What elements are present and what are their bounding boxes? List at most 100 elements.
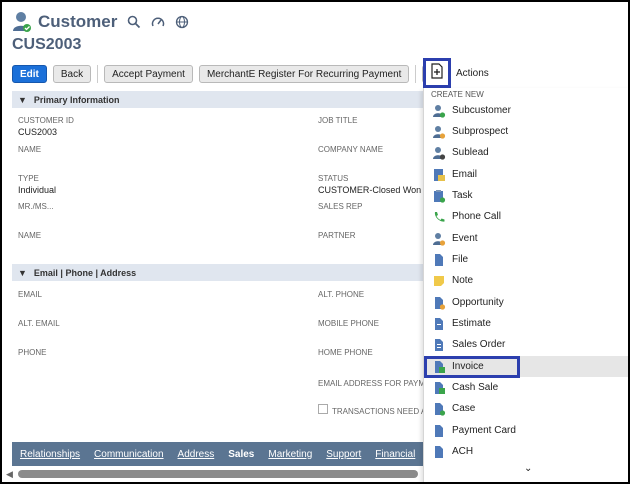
status-value: CUSTOMER-Closed Won	[318, 185, 422, 195]
estimate-icon	[432, 317, 446, 331]
menu-item-label: Opportunity	[452, 297, 504, 308]
company-name-label: COMPANY NAME	[318, 145, 384, 154]
actions-menu[interactable]: Actions	[456, 68, 489, 79]
email-for-payment-label: EMAIL ADDRESS FOR PAYME	[318, 379, 431, 388]
menu-item-ach[interactable]: ACH	[424, 441, 628, 462]
menu-item-sales-order[interactable]: Sales Order	[424, 334, 628, 355]
customer-id-value: CUS2003	[18, 127, 58, 137]
menu-item-label: Subcustomer	[452, 105, 511, 116]
primary-information-header[interactable]: ▼ Primary Information	[12, 91, 423, 108]
chevron-down-icon[interactable]: ⌄	[524, 463, 532, 474]
menu-item-case[interactable]: Case	[424, 398, 628, 419]
event-icon	[432, 232, 446, 246]
job-title-label: JOB TITLE	[318, 116, 358, 125]
tab-financial[interactable]: Financial	[375, 449, 415, 460]
customer-id-label: CUSTOMER ID	[18, 116, 74, 125]
email-icon	[432, 168, 446, 182]
create-new-menu: CREATE NEW Subcustomer Subprospect Suble…	[423, 88, 628, 482]
menu-item-opportunity[interactable]: Opportunity	[424, 292, 628, 313]
new-record-button[interactable]	[423, 58, 451, 88]
menu-item-email[interactable]: Email	[424, 164, 628, 185]
menu-item-label: Case	[452, 403, 476, 414]
menu-item-event[interactable]: Event	[424, 228, 628, 249]
phone-icon	[432, 210, 446, 224]
menu-item-label: Sales Order	[452, 339, 506, 350]
payment-card-icon	[432, 424, 446, 438]
cash-sale-icon	[432, 381, 446, 395]
partner-label: PARTNER	[318, 231, 356, 240]
scrollbar-thumb[interactable]	[18, 470, 418, 478]
email-label: EMAIL	[18, 290, 43, 299]
menu-item-phone-call[interactable]: Phone Call	[424, 206, 628, 227]
menu-item-label: Event	[452, 233, 478, 244]
tab-sales[interactable]: Sales	[228, 449, 254, 460]
menu-item-subprospect[interactable]: Subprospect	[424, 121, 628, 142]
menu-header: CREATE NEW	[431, 90, 484, 99]
menu-item-label: Subprospect	[452, 126, 509, 137]
status-label: STATUS	[318, 174, 349, 183]
menu-item-label: Cash Sale	[452, 382, 499, 393]
home-phone-label: HOME PHONE	[318, 348, 373, 357]
menu-item-task[interactable]: Task	[424, 185, 628, 206]
menu-item-file[interactable]: File	[424, 249, 628, 270]
dashboard-gauge-icon[interactable]	[151, 15, 165, 29]
customer-person-icon	[12, 11, 32, 33]
search-icon[interactable]	[127, 15, 141, 29]
phone-label: PHONE	[18, 348, 47, 357]
tab-support[interactable]: Support	[326, 449, 361, 460]
menu-item-cash-sale[interactable]: Cash Sale	[424, 377, 628, 398]
chevron-down-icon: ▼	[18, 267, 27, 278]
menu-item-label: ACH	[452, 446, 474, 457]
menu-item-label: Phone Call	[452, 211, 501, 222]
menu-item-note[interactable]: Note	[424, 270, 628, 291]
section-title: Email | Phone | Address	[33, 267, 137, 278]
tab-marketing[interactable]: Marketing	[268, 449, 312, 460]
sales-rep-label: SALES REP	[318, 202, 363, 211]
menu-item-label: File	[452, 254, 469, 265]
type-value: Individual	[18, 185, 57, 195]
edit-button[interactable]: Edit	[12, 65, 47, 83]
invoice-highlight-box	[424, 356, 520, 378]
chevron-down-icon: ▼	[18, 94, 27, 105]
menu-item-subcustomer[interactable]: Subcustomer	[424, 100, 628, 121]
tab-communication[interactable]: Communication	[94, 449, 163, 460]
ach-icon	[432, 445, 446, 459]
merchant-register-button[interactable]: MerchantE Register For Recurring Payment	[198, 65, 410, 83]
scroll-left-icon[interactable]: ◀	[6, 469, 13, 480]
name-label: NAME	[18, 145, 42, 154]
globe-icon[interactable]	[175, 15, 189, 29]
transactions-label: TRANSACTIONS NEED AP	[332, 407, 432, 416]
menu-item-sublead[interactable]: Sublead	[424, 142, 628, 163]
section-title: Primary Information	[33, 94, 120, 105]
mr-ms-label: MR./MS...	[18, 202, 54, 211]
record-id: CUS2003	[12, 36, 82, 53]
new-document-icon	[430, 62, 444, 84]
accept-payment-button[interactable]: Accept Payment	[104, 65, 193, 83]
tab-relationships[interactable]: Relationships	[20, 449, 80, 460]
task-icon	[432, 189, 446, 203]
menu-item-label: Email	[452, 169, 478, 180]
note-icon	[432, 274, 446, 288]
page-header: Customer	[12, 10, 199, 34]
sales-order-icon	[432, 338, 446, 352]
menu-item-payment-card[interactable]: Payment Card	[424, 420, 628, 441]
menu-item-estimate[interactable]: Estimate	[424, 313, 628, 334]
menu-item-label: Estimate	[452, 318, 491, 329]
app-window: Customer CUS2003 Edit Back Accept Paymen…	[0, 0, 630, 484]
prospect-icon	[432, 125, 446, 139]
transactions-checkbox[interactable]	[318, 404, 328, 414]
horizontal-scrollbar[interactable]: ◀	[6, 468, 423, 480]
subtab-bar: Relationships Communication Address Sale…	[12, 442, 423, 466]
alt-phone-label: ALT. PHONE	[318, 290, 365, 299]
opportunity-icon	[432, 296, 446, 310]
back-button[interactable]: Back	[52, 65, 92, 83]
contact-section-header[interactable]: ▼ Email | Phone | Address	[12, 264, 423, 281]
file-icon	[432, 253, 446, 267]
tab-address[interactable]: Address	[178, 449, 215, 460]
menu-item-label: Payment Card	[452, 425, 516, 436]
lead-icon	[432, 146, 446, 160]
name-label-2: NAME	[18, 231, 42, 240]
toolbar-divider	[97, 65, 99, 83]
menu-item-label: Sublead	[452, 147, 489, 158]
menu-item-label: Note	[452, 275, 474, 286]
